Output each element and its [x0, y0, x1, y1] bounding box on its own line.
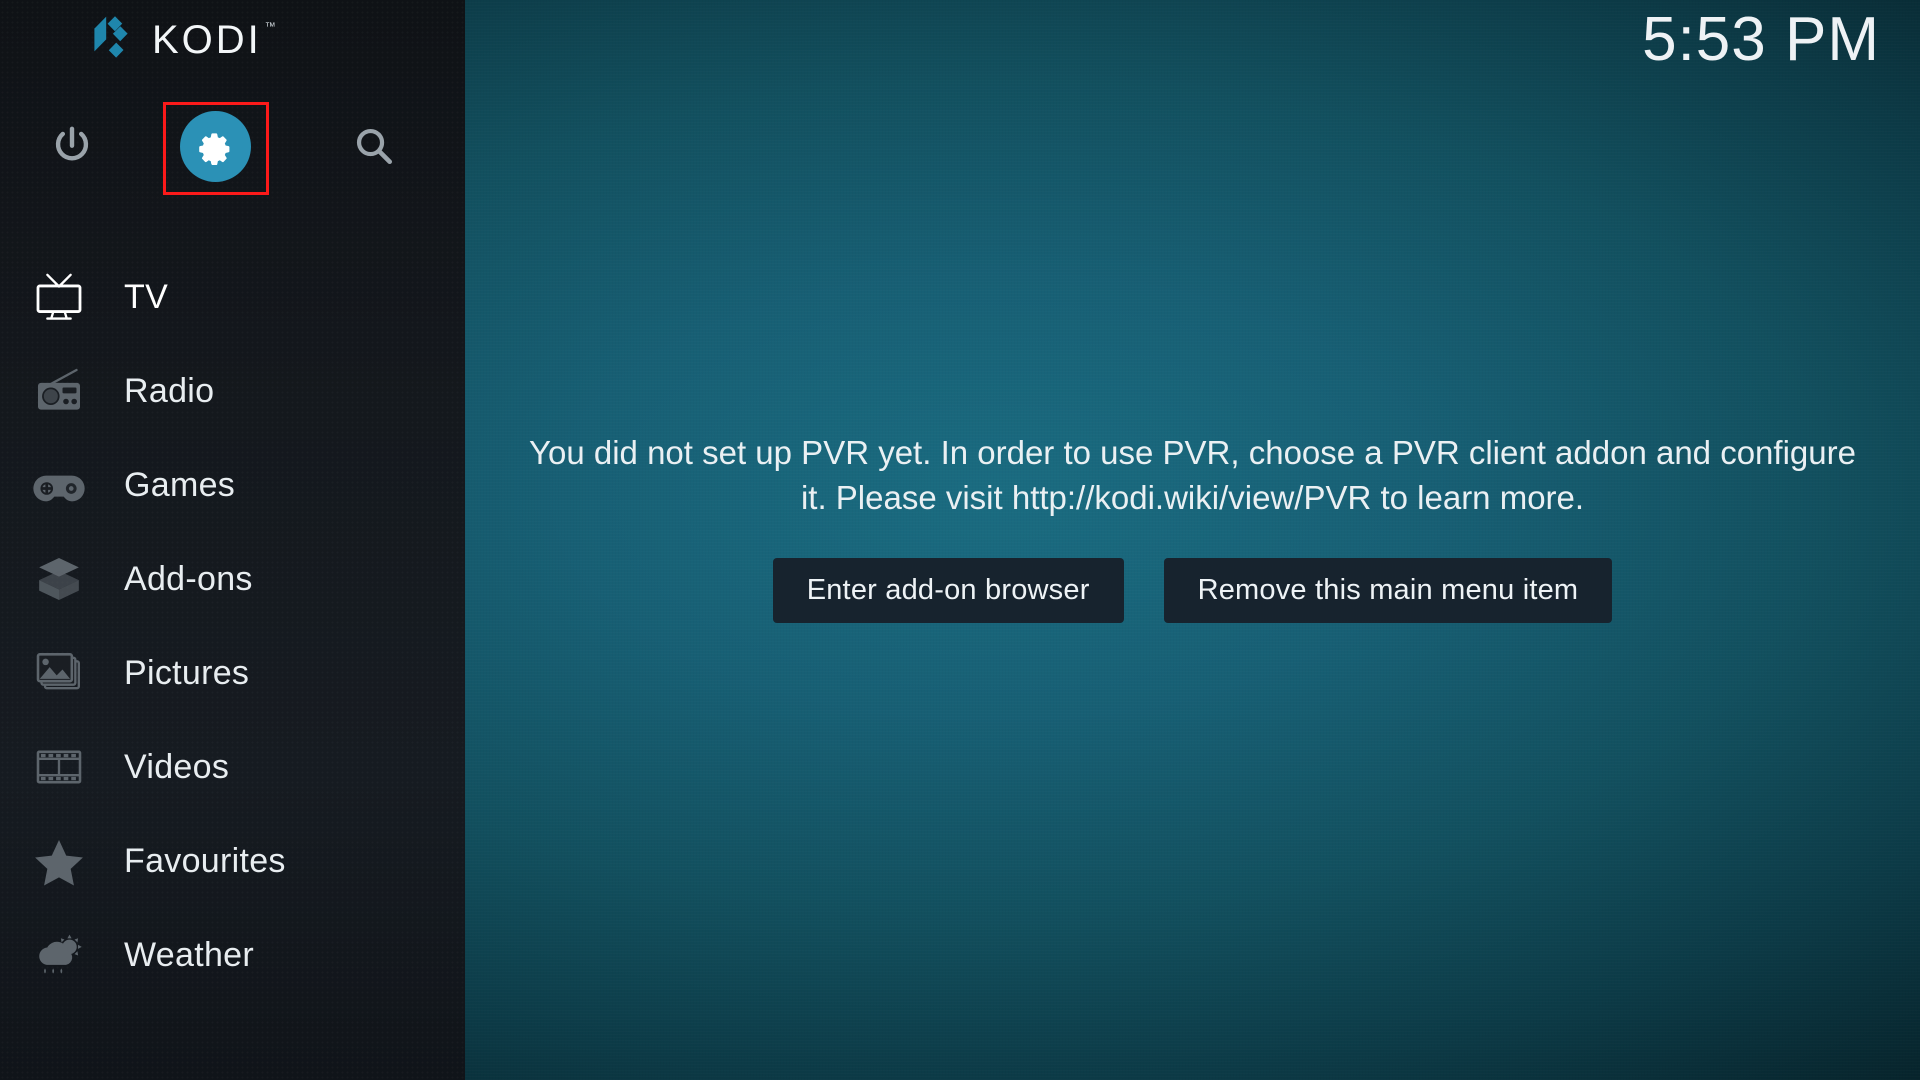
- sidebar-item-label: Weather: [124, 935, 254, 974]
- sidebar-item-tv[interactable]: TV: [0, 250, 465, 344]
- tv-icon: [22, 271, 96, 323]
- main-content: You did not set up PVR yet. In order to …: [465, 0, 1920, 1080]
- kodi-home-screen: KODI ™ TV Radio Games Add-ons Pictures V…: [0, 0, 1920, 1080]
- clock: 5:53 PM: [1642, 5, 1880, 74]
- search-button[interactable]: [326, 98, 422, 194]
- filmstrip-icon: [22, 741, 96, 793]
- sidebar-top-actions: [0, 98, 465, 195]
- power-icon: [55, 126, 89, 161]
- sidebar-item-weather[interactable]: Weather: [0, 908, 465, 1002]
- sidebar-item-label: TV: [124, 277, 169, 316]
- sidebar-item-favourites[interactable]: Favourites: [0, 814, 465, 908]
- sidebar-item-label: Favourites: [124, 841, 286, 880]
- pictures-icon: [22, 647, 96, 699]
- sidebar-item-label: Pictures: [124, 653, 250, 692]
- pvr-setup-message: You did not set up PVR yet. In order to …: [529, 433, 1856, 516]
- star-icon: [22, 835, 96, 887]
- gamepad-icon: [22, 459, 96, 511]
- kodi-wordmark-text: KODI: [152, 18, 262, 62]
- sidebar-item-radio[interactable]: Radio: [0, 344, 465, 438]
- sidebar: KODI ™ TV Radio Games Add-ons Pictures V…: [0, 0, 465, 1080]
- power-button[interactable]: [24, 98, 120, 194]
- remove-menu-item-button[interactable]: Remove this main menu item: [1163, 558, 1613, 624]
- kodi-logo-mark: [94, 16, 128, 58]
- action-buttons: Enter add-on browser Remove this main me…: [772, 558, 1613, 624]
- kodi-logo: KODI ™: [88, 14, 276, 66]
- settings-button[interactable]: [167, 98, 263, 194]
- radio-icon: [22, 365, 96, 417]
- sidebar-item-label: Radio: [124, 371, 215, 410]
- package-icon: [22, 553, 96, 605]
- trademark-symbol: ™: [264, 21, 276, 33]
- sidebar-item-label: Games: [124, 465, 236, 504]
- settings-circle: [179, 110, 251, 182]
- sidebar-item-addons[interactable]: Add-ons: [0, 532, 465, 626]
- enter-addon-browser-button[interactable]: Enter add-on browser: [772, 558, 1124, 624]
- sidebar-item-games[interactable]: Games: [0, 438, 465, 532]
- kodi-wordmark: KODI ™: [152, 18, 276, 62]
- gear-icon: [199, 133, 230, 165]
- sidebar-menu: TV Radio Games Add-ons Pictures Videos F…: [0, 250, 465, 1002]
- sidebar-item-pictures[interactable]: Pictures: [0, 626, 465, 720]
- weather-icon: [22, 929, 96, 981]
- sidebar-item-videos[interactable]: Videos: [0, 720, 465, 814]
- sidebar-item-label: Add-ons: [124, 559, 253, 598]
- search-icon: [356, 128, 393, 165]
- sidebar-item-label: Videos: [124, 747, 230, 786]
